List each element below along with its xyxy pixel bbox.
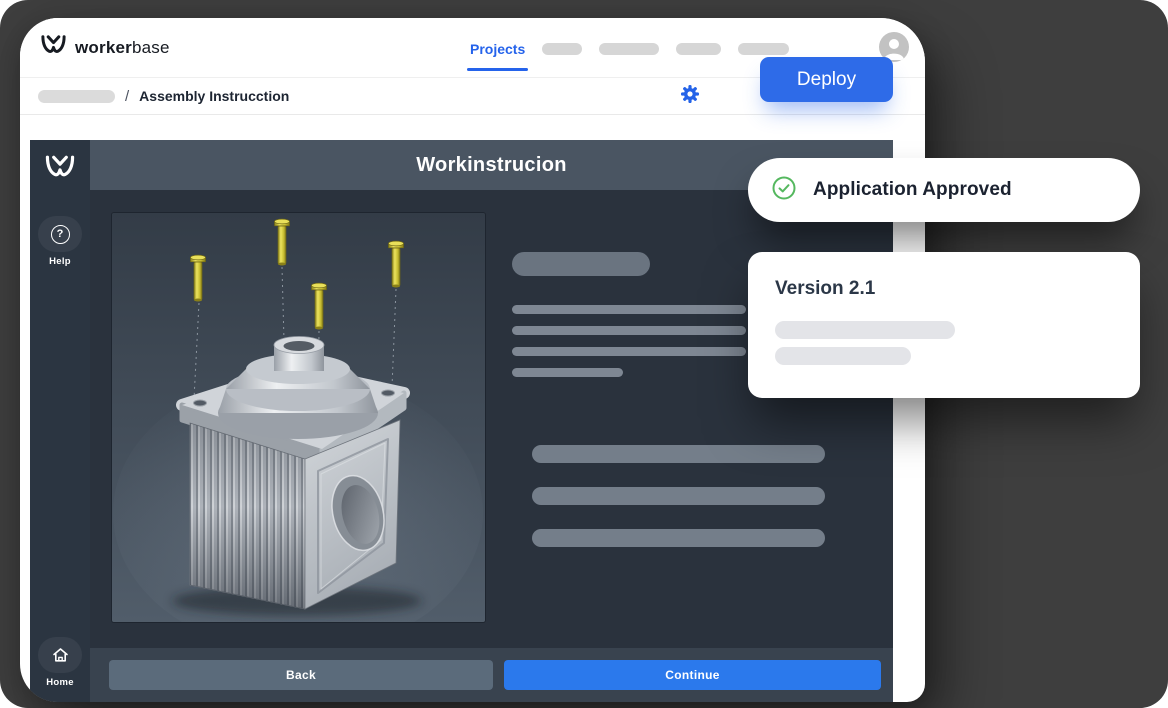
deploy-button[interactable]: Deploy <box>760 57 893 102</box>
skeleton-option-bar <box>532 529 825 547</box>
brand: workerbase <box>40 33 170 62</box>
check-circle-icon <box>772 176 796 205</box>
skeleton-text-line <box>775 321 955 339</box>
skeleton-text-line <box>512 305 746 314</box>
sidebar-item-home[interactable]: Home <box>30 637 90 688</box>
gear-icon[interactable] <box>680 84 700 104</box>
question-circle-icon: ? <box>38 216 82 252</box>
skeleton-option-bar <box>532 445 825 463</box>
app-footer: Back Continue <box>90 648 893 702</box>
tab-projects[interactable]: Projects <box>470 41 525 57</box>
workerbase-logo-icon <box>40 33 67 62</box>
skeleton-text-line <box>512 347 746 356</box>
skeleton-heading <box>512 252 650 276</box>
skeleton-text-line <box>775 347 911 365</box>
breadcrumb-placeholder[interactable] <box>38 90 115 103</box>
continue-button[interactable]: Continue <box>504 660 881 690</box>
nav-placeholder-tab[interactable] <box>676 43 721 55</box>
skeleton-text-line <box>512 368 623 377</box>
nav-placeholder-tab[interactable] <box>542 43 582 55</box>
app-panel: ? Help Home Workinstrucio <box>30 140 893 702</box>
help-label: Help <box>49 256 71 267</box>
version-card: Version 2.1 <box>748 252 1140 398</box>
house-icon <box>38 637 82 673</box>
version-title: Version 2.1 <box>775 278 1140 300</box>
page-background: workerbase Projects / Assembly Instrucct… <box>0 0 1168 708</box>
assembly-3d-viewer[interactable] <box>112 213 485 622</box>
workerbase-logo-white-icon <box>44 153 76 186</box>
skeleton-option-bar <box>532 487 825 505</box>
back-button[interactable]: Back <box>109 660 493 690</box>
approval-text: Application Approved <box>813 179 1012 201</box>
nav-placeholder-tab[interactable] <box>738 43 789 55</box>
app-title: Workinstrucion <box>416 154 567 177</box>
approval-toast: Application Approved <box>748 158 1140 222</box>
breadcrumb-separator: / <box>125 88 129 105</box>
app-main: Workinstrucion <box>90 140 893 702</box>
nav-placeholder-tab[interactable] <box>599 43 659 55</box>
sidebar-item-help[interactable]: ? Help <box>38 216 82 267</box>
home-label: Home <box>46 677 74 688</box>
breadcrumb-current: Assembly Instrucction <box>139 88 289 104</box>
app-sidebar: ? Help Home <box>30 140 90 702</box>
skeleton-text-line <box>512 326 746 335</box>
brand-name: workerbase <box>75 38 170 58</box>
main-nav: Projects <box>470 40 789 58</box>
